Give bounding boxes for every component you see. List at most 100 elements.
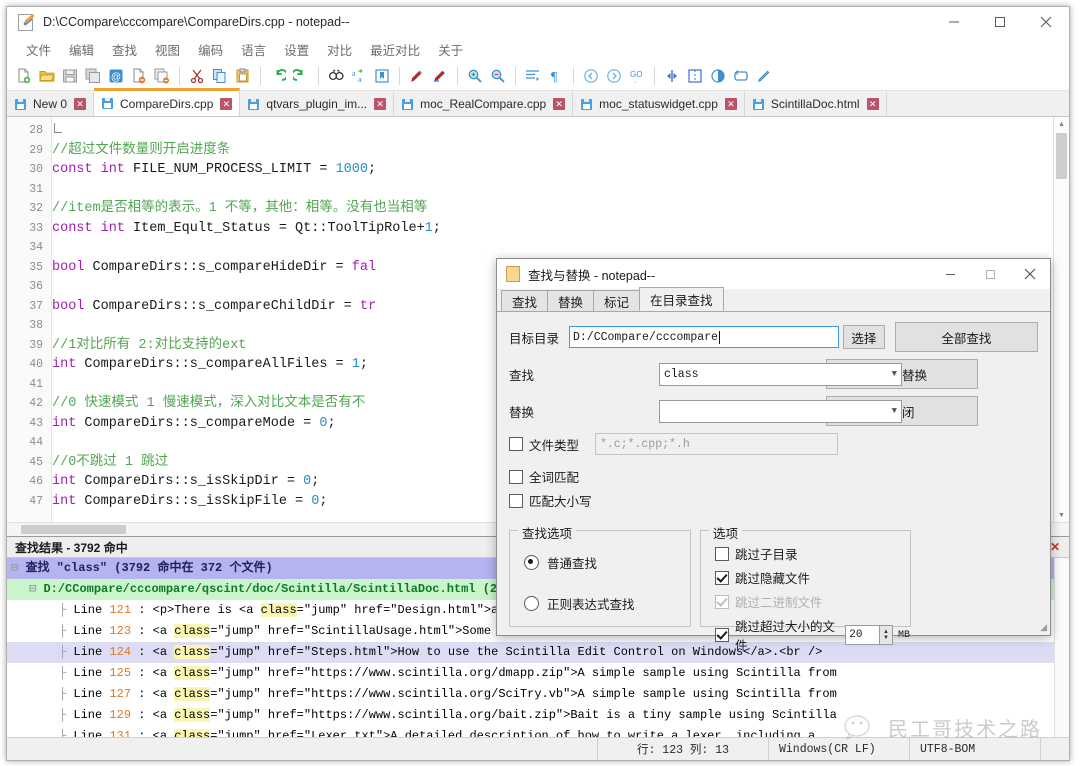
scrollbar-thumb[interactable] (1056, 133, 1067, 179)
results-vertical-scrollbar[interactable] (1054, 558, 1069, 737)
tab-close-icon[interactable]: ✕ (74, 98, 87, 110)
menu-item-encoding[interactable]: 编码 (189, 38, 232, 61)
radio-regex-row[interactable]: 正则表达式查找 (524, 594, 690, 613)
find-all-button[interactable]: 全部查找 (894, 322, 1039, 352)
redo-icon[interactable] (290, 64, 312, 88)
results-line-number: 124 (109, 645, 132, 659)
menu-item-edit[interactable]: 编辑 (60, 38, 103, 61)
menu-item-find[interactable]: 查找 (103, 38, 146, 61)
scroll-up-arrow[interactable]: ▲ (1054, 117, 1069, 131)
menu-item-file[interactable]: 文件 (17, 38, 60, 61)
menu-item-view[interactable]: 视图 (146, 38, 189, 61)
goto-icon[interactable]: GO → (626, 64, 648, 88)
close-file-icon[interactable] (128, 64, 150, 88)
save-icon[interactable] (59, 64, 81, 88)
skip-large-row[interactable]: 跳过超过大小的文件 20 ▲ ▼ MB (715, 616, 910, 654)
dialog-tab-replace[interactable]: 替换 (547, 290, 595, 311)
tab-close-icon[interactable]: ✕ (220, 97, 233, 110)
edit-icon[interactable] (753, 64, 775, 88)
skip-hidden-row[interactable]: 跳过隐藏文件 (715, 568, 910, 587)
bookmark-icon[interactable] (371, 64, 393, 88)
tab-close-icon[interactable]: ✕ (724, 98, 737, 110)
unmark-icon[interactable] (429, 64, 451, 88)
split-view-icon[interactable] (684, 64, 706, 88)
menu-item-language[interactable]: 语言 (232, 38, 275, 61)
dialog-resize-grip[interactable]: ◢ (1040, 622, 1047, 633)
tab-close-icon[interactable]: ✕ (866, 98, 879, 110)
replace-combobox[interactable]: ▼ (659, 399, 902, 423)
scroll-down-arrow[interactable]: ▼ (1054, 508, 1069, 522)
radio-normal-row[interactable]: 普通查找 (524, 553, 690, 572)
indent-guide-icon[interactable] (522, 64, 544, 88)
radio-normal-search[interactable] (524, 555, 539, 570)
filetype-checkbox[interactable] (509, 437, 523, 451)
undo-icon[interactable] (267, 64, 289, 88)
open-folder-icon[interactable] (36, 64, 58, 88)
copy-icon[interactable] (209, 64, 231, 88)
cut-icon[interactable] (186, 64, 208, 88)
browse-button[interactable]: 选择 (843, 325, 885, 349)
tab-close-icon[interactable]: ✕ (374, 98, 387, 110)
tab-moc-realcompare-cpp[interactable]: moc_RealCompare.cpp ✕ (394, 92, 574, 116)
dialog-tab-mark[interactable]: 标记 (593, 290, 641, 311)
compare-icon[interactable] (661, 64, 683, 88)
sync-scroll-icon[interactable] (730, 64, 752, 88)
dialog-close-button[interactable] (1010, 259, 1050, 289)
tree-collapse-icon[interactable]: ⊟ (29, 582, 43, 596)
dialog-tab-find[interactable]: 查找 (501, 290, 549, 311)
size-limit-input[interactable]: 20 (845, 625, 880, 645)
dialog-minimize-button[interactable] (930, 259, 970, 289)
tab-close-icon[interactable]: ✕ (553, 98, 566, 110)
show-paragraph-icon[interactable]: ¶ (545, 64, 567, 88)
contrast-icon[interactable] (707, 64, 729, 88)
target-directory-input[interactable]: D:/CCompare/cccompare (569, 326, 840, 348)
tab-moc-statuswidget-cpp[interactable]: moc_statuswidget.cpp ✕ (573, 92, 745, 116)
menu-item-compare[interactable]: 对比 (318, 38, 361, 61)
find-icon[interactable] (325, 64, 347, 88)
filetype-input[interactable]: *.c;*.cpp;*.h (595, 433, 838, 455)
hscrollbar-thumb[interactable] (21, 525, 126, 534)
radio-regex-search[interactable] (524, 596, 539, 611)
new-file-icon[interactable] (13, 64, 35, 88)
prev-icon[interactable] (580, 64, 602, 88)
close-doc-icon[interactable]: @ (105, 64, 127, 88)
size-limit-stepper[interactable]: ▲ ▼ (879, 625, 893, 645)
mark-icon[interactable] (406, 64, 428, 88)
paste-icon[interactable] (232, 64, 254, 88)
tree-collapse-icon[interactable]: ⊟ (11, 561, 25, 575)
maximize-button[interactable] (977, 7, 1023, 37)
match-case-row[interactable]: 匹配大小写 (509, 491, 1038, 510)
chevron-down-icon[interactable]: ▼ (886, 369, 897, 379)
menu-item-about[interactable]: 关于 (429, 38, 472, 61)
skip-subdir-checkbox[interactable] (715, 546, 729, 561)
tab-comparedirs-cpp[interactable]: CompareDirs.cpp ✕ (94, 88, 241, 116)
minimize-button[interactable] (931, 7, 977, 37)
save-all-icon[interactable] (82, 64, 104, 88)
tab-qtvars-plugin[interactable]: qtvars_plugin_im... ✕ (240, 92, 395, 116)
whole-word-row[interactable]: 全词匹配 (509, 467, 1038, 486)
whole-word-checkbox[interactable] (509, 469, 523, 484)
tab-scintilladoc-html[interactable]: ScintillaDoc.html ✕ (744, 92, 887, 116)
skip-subdir-row[interactable]: 跳过子目录 (715, 544, 910, 563)
editor-vertical-scrollbar[interactable]: ▲ ▼ (1053, 117, 1069, 522)
zoom-out-icon[interactable] (487, 64, 509, 88)
status-spacer (7, 738, 598, 760)
tab-new-0[interactable]: New 0 ✕ (7, 92, 95, 116)
menu-item-settings[interactable]: 设置 (275, 38, 318, 61)
skip-hidden-checkbox[interactable] (715, 570, 729, 585)
close-button[interactable] (1023, 7, 1069, 37)
skip-large-checkbox[interactable] (715, 628, 729, 642)
close-all-icon[interactable] (151, 64, 173, 88)
next-icon[interactable] (603, 64, 625, 88)
menu-item-recent-compare[interactable]: 最近对比 (361, 38, 429, 61)
zoom-in-icon[interactable] (464, 64, 486, 88)
dialog-maximize-button[interactable] (970, 259, 1010, 289)
dialog-tab-find-in-directory[interactable]: 在目录查找 (639, 287, 724, 311)
fold-marker[interactable] (54, 123, 62, 133)
match-case-checkbox[interactable] (509, 493, 523, 508)
chevron-down-icon[interactable]: ▼ (886, 406, 897, 416)
find-combobox[interactable]: class ▼ (659, 362, 902, 386)
results-match-row[interactable]: ├ Line 125 : <a class="jump" href="https… (7, 663, 1069, 684)
results-match-row[interactable]: ├ Line 127 : <a class="jump" href="https… (7, 684, 1069, 705)
replace-icon[interactable]: aa (348, 64, 370, 88)
